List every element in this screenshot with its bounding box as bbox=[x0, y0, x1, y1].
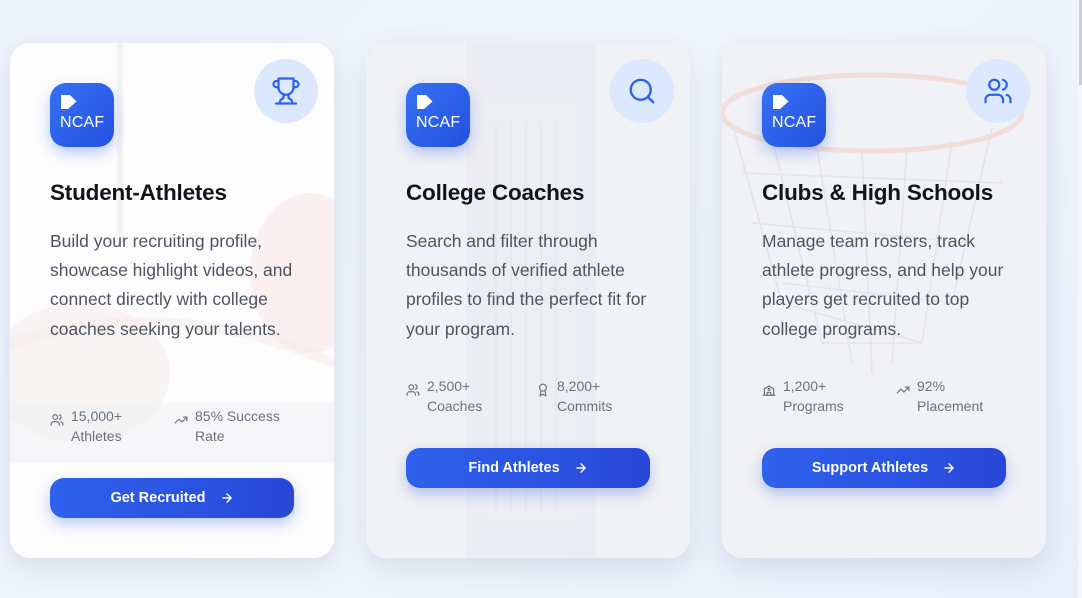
stat-value: 85% Success bbox=[195, 408, 280, 424]
card-description: Build your recruiting profile, showcase … bbox=[50, 231, 293, 339]
ncaf-logo: NCAF bbox=[50, 83, 114, 147]
stat-label: Athletes bbox=[71, 428, 122, 444]
trending-up-icon bbox=[896, 386, 910, 394]
stat-athletes: 15,000+ Athletes bbox=[50, 406, 122, 446]
button-label: Find Athletes bbox=[468, 460, 560, 476]
arrow-right-icon bbox=[575, 463, 586, 473]
stat-label: Commits bbox=[557, 398, 613, 414]
card-title: College Coaches bbox=[406, 180, 585, 205]
award-icon bbox=[538, 383, 548, 397]
stat-coaches: 2,500+ Coaches bbox=[406, 376, 482, 416]
card-college-coaches: NCAF College Coaches Search and filter t… bbox=[366, 43, 690, 558]
stat-value: 1,200+ bbox=[783, 378, 827, 394]
logo-text: NCAF bbox=[416, 114, 461, 131]
stat-label: Placement bbox=[917, 398, 984, 414]
stat-label: Programs bbox=[783, 398, 844, 414]
search-icon bbox=[610, 59, 674, 123]
card-description: Search and filter through thousands of v… bbox=[406, 231, 647, 339]
arrow-right-icon bbox=[221, 493, 232, 503]
card-title: Student-Athletes bbox=[50, 180, 227, 205]
users-icon bbox=[406, 384, 420, 396]
ncaf-logo: NCAF bbox=[406, 83, 470, 147]
stat-success-rate: 85% Success Rate bbox=[174, 406, 280, 446]
support-athletes-button[interactable]: Support Athletes bbox=[762, 448, 1006, 488]
find-athletes-button[interactable]: Find Athletes bbox=[406, 448, 650, 488]
card-student-athletes: NCAF Student-Athletes Build your recruit… bbox=[10, 43, 334, 558]
stat-value: 92% bbox=[917, 378, 946, 394]
flag-logo-icon bbox=[773, 95, 789, 109]
logo-text: NCAF bbox=[60, 114, 105, 131]
card-title: Clubs & High Schools bbox=[762, 180, 994, 205]
stat-value: 15,000+ bbox=[71, 408, 122, 424]
users-icon bbox=[966, 59, 1030, 123]
trophy-icon bbox=[254, 59, 318, 123]
users-icon bbox=[50, 414, 64, 426]
logo-text: NCAF bbox=[772, 114, 817, 131]
trending-up-icon bbox=[174, 416, 188, 424]
stat-value: 2,500+ bbox=[427, 378, 471, 394]
flag-logo-icon bbox=[61, 95, 77, 109]
stat-programs: 1,200+ Programs bbox=[762, 376, 844, 416]
ncaf-logo: NCAF bbox=[762, 83, 826, 147]
card-clubs-high-schools: NCAF Clubs & High Schools Manage team ro… bbox=[722, 43, 1046, 558]
stat-label: Coaches bbox=[427, 398, 483, 414]
button-label: Get Recruited bbox=[110, 490, 206, 506]
button-label: Support Athletes bbox=[811, 460, 929, 476]
get-recruited-button[interactable]: Get Recruited bbox=[50, 478, 294, 518]
school-icon bbox=[762, 385, 776, 396]
stat-placement: 92% Placement bbox=[896, 376, 983, 416]
flag-logo-icon bbox=[417, 95, 433, 109]
page-scrollbar[interactable] bbox=[1078, 0, 1082, 598]
stat-value: 8,200+ bbox=[557, 378, 601, 394]
card-description: Manage team rosters, track athlete progr… bbox=[762, 231, 1004, 339]
stat-commits: 8,200+ Commits bbox=[536, 376, 612, 416]
arrow-right-icon bbox=[944, 463, 954, 473]
stat-label: Rate bbox=[195, 428, 225, 444]
